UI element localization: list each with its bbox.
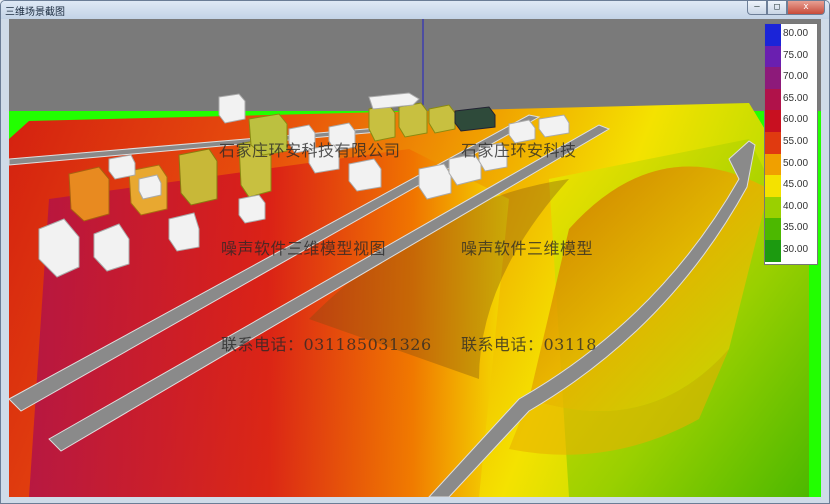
legend-item: 50.00 (765, 153, 817, 176)
legend-swatch (765, 24, 781, 46)
noise-level-legend: 80.00 75.00 70.00 65.00 60.00 55.00 50.00 45.00… (764, 23, 818, 265)
legend-label: 75.00 (783, 49, 809, 61)
watermark-company-1: 石家庄环安科技有限公司 (219, 141, 401, 160)
legend-item: 35.00 (765, 218, 817, 241)
watermark-company-2: 石家庄环安科技 (461, 141, 577, 160)
maximize-button[interactable]: □ (767, 1, 787, 15)
legend-swatch (765, 175, 781, 198)
legend-item: 70.00 (765, 67, 817, 90)
legend-swatch (765, 132, 781, 154)
legend-label: 55.00 (783, 136, 809, 147)
legend-item: 40.00 (765, 196, 817, 219)
legend-item: 30.00 (765, 240, 817, 262)
watermark-software-1: 噪声软件三维模型视图 (221, 239, 387, 258)
legend-item: 65.00 (765, 88, 817, 111)
legend-label: 65.00 (783, 92, 809, 104)
legend-label: 45.00 (783, 179, 809, 191)
legend-item: 45.00 (765, 175, 817, 198)
close-button[interactable]: x (787, 1, 825, 15)
legend-swatch (765, 67, 781, 90)
3d-viewport[interactable]: 石家庄环安科技有限公司 石家庄环安科技 噪声软件三维模型视图 噪声软件三维模型 … (9, 19, 821, 497)
legend-label: 30.00 (783, 244, 809, 255)
title-bar[interactable]: 三维场景截图 – □ x (1, 1, 829, 19)
legend-label: 35.00 (783, 222, 809, 234)
legend-swatch (765, 88, 781, 111)
legend-label: 80.00 (783, 28, 809, 39)
legend-label: 70.00 (783, 71, 809, 83)
minimize-button[interactable]: – (747, 1, 767, 15)
legend-label: 60.00 (783, 114, 809, 126)
legend-item: 55.00 (765, 132, 817, 154)
app-window: 三维场景截图 – □ x 石家庄环安科技有限公司 石家庄环安科技 噪声软件三维模… (0, 0, 830, 504)
watermark-phone-1: 联系电话：031185031326 (221, 335, 432, 354)
watermark-phone-2: 联系电话：03118 (461, 335, 597, 354)
legend-swatch (765, 45, 781, 68)
noise-map-scene (9, 19, 821, 497)
legend-item: 75.00 (765, 45, 817, 68)
legend-label: 40.00 (783, 200, 809, 212)
watermark-software-2: 噪声软件三维模型 (461, 239, 594, 258)
legend-swatch (765, 153, 781, 176)
legend-item: 60.00 (765, 110, 817, 133)
window-title: 三维场景截图 (5, 7, 65, 18)
legend-swatch (765, 110, 781, 133)
legend-swatch (765, 196, 781, 219)
legend-swatch (765, 218, 781, 241)
window-controls: – □ x (747, 1, 825, 15)
legend-swatch (765, 240, 781, 262)
legend-item: 80.00 (765, 24, 817, 46)
legend-label: 50.00 (783, 157, 809, 169)
